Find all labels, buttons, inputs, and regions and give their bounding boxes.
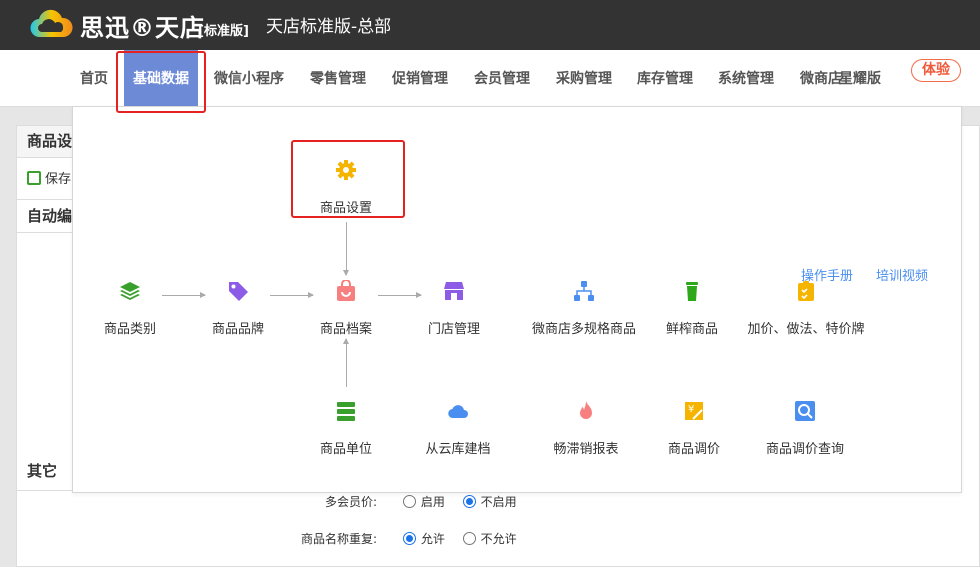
nav-promotion[interactable]: 促销管理 [392, 68, 448, 88]
radio-disallow[interactable]: 不允许 [462, 532, 517, 546]
shopping-bag-icon [337, 279, 355, 301]
nav-system[interactable]: 系统管理 [718, 68, 774, 88]
radio-enable[interactable]: 启用 [402, 495, 445, 509]
tag-icon [229, 282, 248, 301]
save-button[interactable]: 保存 [27, 168, 71, 187]
arrow-down [343, 222, 349, 276]
menu-product-settings[interactable]: 商品设置 [276, 159, 416, 216]
save-label: 保存 [45, 172, 72, 187]
setting-duplicate-name: 商品名称重复: 允许 不允许 [277, 530, 531, 547]
edition-label: [标准版] [198, 24, 249, 39]
main-nav: 首页 基础数据 微信小程序 零售管理 促销管理 会员管理 采购管理 库存管理 系… [0, 50, 980, 107]
save-icon [27, 171, 41, 185]
nav-basic-data[interactable]: 基础数据 [124, 50, 198, 107]
top-bar: 思迅®天店 [标准版] 天店标准版-总部 [0, 0, 980, 50]
gear-icon [336, 160, 356, 180]
store-name: 天店标准版-总部 [266, 17, 392, 37]
other-section: 其它 [17, 451, 77, 491]
stack-icon [337, 402, 355, 421]
setting-multi-member-price: 多会员价: 启用 不启用 [277, 493, 531, 510]
brand-logo-text: 思迅®天店 [80, 14, 205, 42]
layers-icon [120, 282, 140, 300]
setting-label: 多会员价: [324, 495, 377, 509]
trial-badge[interactable]: 体验 [911, 59, 961, 82]
cloud-logo-icon [30, 9, 73, 38]
storefront-icon [444, 282, 464, 300]
checklist-icon [798, 281, 814, 301]
nav-member[interactable]: 会员管理 [474, 68, 530, 88]
menu-store-management[interactable]: 门店管理 [384, 280, 524, 337]
menu-cloud-archive[interactable]: 从云库建档 [388, 400, 528, 457]
nav-inventory[interactable]: 库存管理 [637, 68, 693, 88]
nav-home[interactable]: 首页 [80, 68, 108, 88]
nav-retail[interactable]: 零售管理 [310, 68, 366, 88]
arrow-up [343, 338, 349, 387]
menu-price-adjust-query[interactable]: 商品调价查询 [735, 400, 875, 457]
price-edit-icon: ¥ [685, 402, 703, 420]
menu-price-method-tags[interactable]: 加价、做法、特价牌 [736, 280, 876, 337]
price-search-icon [795, 401, 815, 421]
cup-icon [686, 282, 698, 301]
nav-purchase[interactable]: 采购管理 [556, 68, 612, 88]
svg-text:¥: ¥ [688, 404, 694, 415]
fire-icon [580, 401, 592, 419]
basic-data-dropdown: 操作手册 培训视频 商品设置 商品类别 商品品牌 商品档案 门店管理 微商店多规… [72, 106, 962, 493]
nav-star-edition[interactable]: 星耀版 [839, 68, 881, 88]
cloud-icon [448, 405, 468, 419]
nav-wechat-miniprogram[interactable]: 微信小程序 [214, 68, 284, 88]
radio-disable[interactable]: 不启用 [462, 495, 517, 509]
setting-label: 商品名称重复: [300, 532, 377, 546]
nav-micro-store[interactable]: 微商店 [800, 68, 842, 88]
radio-allow[interactable]: 允许 [402, 532, 445, 546]
training-video-link[interactable]: 培训视频 [876, 265, 928, 284]
hierarchy-icon [574, 281, 594, 301]
